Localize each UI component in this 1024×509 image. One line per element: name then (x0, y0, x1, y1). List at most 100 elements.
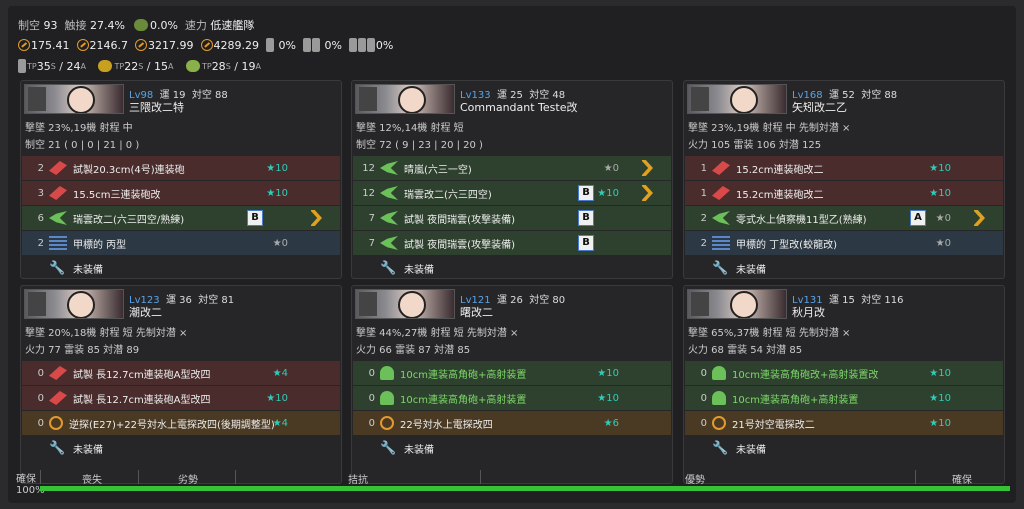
equipment-slot[interactable]: 0 10cm連装高角砲+高射装置 ★10 (353, 386, 671, 410)
equipment-slot[interactable]: 0 10cm連装高角砲+高射装置 ★10 (353, 361, 671, 385)
equipment-name: 未装備 (73, 444, 103, 456)
equipment-type-icon (712, 211, 730, 225)
equipment-slot[interactable]: 2 試製20.3cm(4号)連装砲 ★10 (22, 156, 340, 180)
summary-row-2: 175.41 2146.7 3217.99 4289.29 0% 0% 0% (18, 38, 393, 52)
slot-count: 1 (700, 187, 707, 199)
wrench-icon: 🔧 (380, 261, 397, 276)
equipment-slot[interactable]: 🔧 未装備 (353, 436, 671, 460)
equipment-name: 未装備 (404, 444, 434, 456)
landing-craft-icon (311, 38, 320, 52)
ship-name: 矢矧改二乙 (792, 101, 847, 114)
slot-count: 12 (362, 162, 375, 174)
equipment-slot[interactable]: 0 試製 長12.7cm連装砲A型改四 ★4 (22, 361, 340, 385)
equipment-slot[interactable]: 1 15.2cm連装砲改二 ★10 (685, 156, 1003, 180)
ship-card[interactable]: Lv168 運 52 対空 88 矢矧改二乙 撃墜 23%,19機 射程 中 先… (683, 80, 1005, 279)
ship-stats-2: 火力 68 雷装 54 対潜 85 (688, 345, 803, 356)
ship-face-icon (730, 86, 758, 113)
equipment-slot[interactable]: 12 瑞雲改二(六三四空) B ★10 (353, 181, 671, 205)
ship-card[interactable]: Lv98 運 19 対空 88 三隈改二特 撃墜 23%,19機 射程 中 制空… (20, 80, 342, 279)
equipment-slot[interactable]: 0 試製 長12.7cm連装砲A型改四 ★10 (22, 386, 340, 410)
improvement-level: ★0 (272, 237, 288, 249)
ship-portrait (687, 289, 787, 319)
equipment-slot[interactable]: 3 15.5cm三連装砲改 ★10 (22, 181, 340, 205)
ship-card[interactable]: Lv123 運 36 対空 81 潮改二 撃墜 20%,18機 射程 短 先制対… (20, 285, 342, 484)
ship-card[interactable]: Lv121 運 26 対空 80 曙改二 撃墜 44%,27機 射程 短 先制対… (351, 285, 673, 484)
tp-label: TP (27, 61, 37, 71)
equipment-slot[interactable]: 🔧 未装備 (353, 256, 671, 280)
equipment-slot[interactable]: 🔧 未装備 (685, 256, 1003, 280)
ship-stats-1: 撃墜 23%,19機 射程 中 先制対潜 × (688, 123, 851, 134)
equipment-type-icon (712, 391, 726, 405)
equipment-slot[interactable]: 🔧 未装備 (22, 256, 340, 280)
wrench-icon: 🔧 (49, 261, 66, 276)
equipment-list: 0 試製 長12.7cm連装砲A型改四 ★4 0 試製 長12.7cm連装砲A型改… (22, 361, 340, 461)
ship-stats-1: 撃墜 23%,19機 射程 中 (25, 123, 133, 134)
los-icon (18, 39, 30, 51)
improvement-level: ★4 (272, 417, 288, 429)
tp-rank: A (255, 61, 261, 71)
equipment-slot[interactable]: 0 逆探(E27)+22号対水上電探改四(後期調整型) ★4 (22, 411, 340, 435)
equipment-type-icon (49, 186, 67, 200)
equipment-slot[interactable]: 2 甲標的 丁型改(蛟龍改) ★0 (685, 231, 1003, 255)
wrench-icon: 🔧 (49, 441, 66, 456)
equipment-list: 12 晴嵐(六三一空) ★0 12 瑞雲改二(六三四空) B ★10 7 試製 夜間瑞… (353, 156, 671, 281)
air-superiority-label: 制空 (18, 19, 40, 32)
equipment-slot[interactable]: 7 試製 夜間瑞雲(攻撃装備) B (353, 206, 671, 230)
equipment-name: 15.2cm連装砲改二 (736, 164, 824, 176)
equipment-type-icon (712, 236, 730, 250)
equipment-slot-badge: A (910, 210, 926, 226)
equipment-slot[interactable]: 🔧 未装備 (685, 436, 1003, 460)
equipment-slot[interactable]: 0 10cm連装高角砲+高射装置 ★10 (685, 386, 1003, 410)
ship-stats-2: 火力 105 雷装 106 対潜 125 (688, 140, 822, 151)
tp-rank: S (50, 61, 56, 71)
ship-stats-1: 撃墜 65%,37機 射程 短 先制対潜 × (688, 328, 851, 339)
equipment-slot[interactable]: 6 瑞雲改二(六三四空/熟練) B (22, 206, 340, 230)
ship-header: Lv123 運 36 対空 81 潮改二 (129, 291, 335, 319)
improvement-level: ★10 (929, 162, 951, 174)
slot-count: 2 (37, 237, 44, 249)
tp-rank: A (80, 61, 86, 71)
equipment-list: 1 15.2cm連装砲改二 ★10 1 15.2cm連装砲改二 ★10 2 零式水上… (685, 156, 1003, 281)
equipment-name: 晴嵐(六三一空) (404, 164, 472, 176)
ship-aa: 対空 88 (861, 90, 898, 101)
equipment-slot[interactable]: 🔧 未装備 (22, 436, 340, 460)
ship-stats-2: 火力 77 雷装 85 対潜 89 (25, 345, 140, 356)
equipment-slot[interactable]: 2 甲標的 丙型 ★0 (22, 231, 340, 255)
tp-tank-icon (98, 60, 113, 72)
equipment-slot[interactable]: 12 晴嵐(六三一空) ★0 (353, 156, 671, 180)
ship-aa: 対空 88 (191, 90, 228, 101)
slot-count: 2 (37, 162, 44, 174)
equipment-slot[interactable]: 7 試製 夜間瑞雲(攻撃装備) B (353, 231, 671, 255)
improvement-level: ★10 (266, 187, 288, 199)
ship-aa: 対空 116 (861, 295, 904, 306)
ship-name: 秋月改 (792, 306, 825, 319)
tp-rank: A (167, 61, 174, 71)
speed-value: 低速艦隊 (210, 19, 255, 32)
equipment-slot-badge: B (578, 235, 594, 251)
speed-label: 速力 (184, 19, 207, 32)
ship-card[interactable]: Lv131 運 15 対空 116 秋月改 撃墜 65%,37機 射程 短 先制… (683, 285, 1005, 484)
slot-count: 0 (37, 367, 44, 379)
equipment-slot[interactable]: 0 22号対水上電探改四 ★6 (353, 411, 671, 435)
air-state-bar (40, 486, 1010, 491)
tp-label: TP (114, 61, 125, 71)
equipment-type-icon (712, 416, 726, 430)
equipment-slot[interactable]: 0 21号対空電探改二 ★10 (685, 411, 1003, 435)
equipment-slot[interactable]: 2 零式水上偵察機11型乙(熟練) A ★0 (685, 206, 1003, 230)
slot-count: 0 (368, 417, 375, 429)
equipment-type-icon (49, 366, 67, 380)
equipment-name: 22号対水上電探改四 (400, 419, 493, 431)
improvement-level: ★10 (929, 392, 951, 404)
ship-name: Commandant Teste改 (460, 101, 578, 114)
slot-count: 2 (700, 237, 707, 249)
air-state-label: 喪失 (82, 475, 102, 486)
equipment-slot[interactable]: 1 15.2cm連装砲改二 ★10 (685, 181, 1003, 205)
ship-stats-1: 撃墜 44%,27機 射程 短 先制対潜 × (356, 328, 519, 339)
improvement-level: ★0 (603, 162, 619, 174)
banner-icon (28, 292, 46, 316)
equipment-slot[interactable]: 0 10cm連装高角砲改+高射装置改 ★10 (685, 361, 1003, 385)
ship-card[interactable]: Lv133 運 25 対空 48 Commandant Teste改 撃墜 12… (351, 80, 673, 279)
ship-name: 潮改二 (129, 306, 162, 319)
air-state-label: 優勢 (685, 475, 705, 486)
slot-count: 0 (368, 392, 375, 404)
